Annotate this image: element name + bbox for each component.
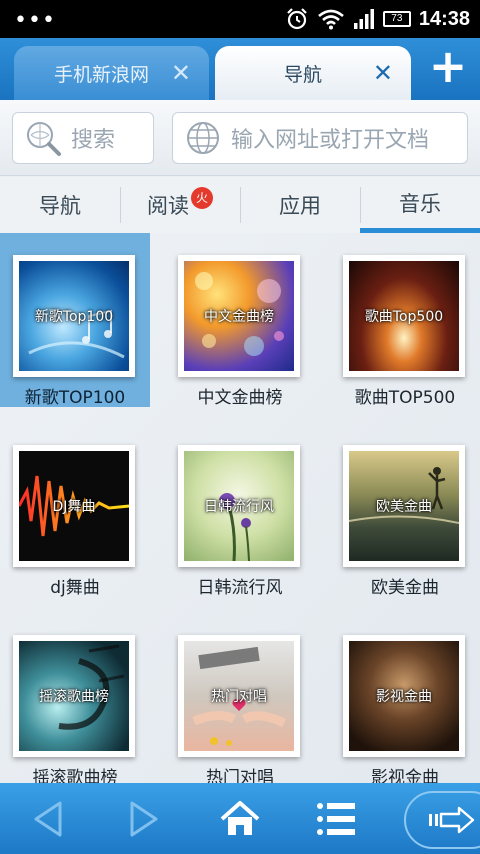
close-tab-icon[interactable]: ✕ <box>171 59 191 87</box>
close-tab-icon[interactable]: ✕ <box>373 59 393 87</box>
url-placeholder: 输入网址或打开文档 <box>231 128 430 153</box>
grid-item[interactable]: 新歌Top100 新歌TOP100 <box>0 233 150 408</box>
category-tabs: 导航 阅读 火 应用 音乐 <box>0 177 480 233</box>
thumbnail-title: 日韩流行风 <box>204 499 274 515</box>
album-thumbnail: 热门对唱 <box>178 635 300 757</box>
thumbnail-title: 影视金曲 <box>376 689 432 705</box>
wifi-icon <box>318 9 344 30</box>
grid-item[interactable]: 歌曲Top500 歌曲TOP500 <box>330 233 480 408</box>
thumbnail-title: 热门对唱 <box>211 689 267 705</box>
item-caption: 新歌TOP100 <box>24 388 126 408</box>
clock: 14:38 <box>418 7 470 30</box>
grid-item[interactable]: 日韩流行风 日韩流行风 <box>165 423 315 598</box>
tab-navigation[interactable]: 导航 ✕ <box>215 46 411 100</box>
category-label: 应用 <box>279 194 321 218</box>
forward-button[interactable] <box>116 783 172 854</box>
back-button[interactable] <box>20 783 76 854</box>
item-caption: 歌曲TOP500 <box>354 388 456 408</box>
search-input[interactable]: 搜索 <box>12 112 154 164</box>
category-label: 音乐 <box>399 191 441 216</box>
search-icon <box>27 122 61 156</box>
album-thumbnail: 欧美金曲 <box>343 445 465 567</box>
album-thumbnail: 日韩流行风 <box>178 445 300 567</box>
home-button[interactable] <box>212 783 268 854</box>
notification-dots: ••• <box>14 8 56 33</box>
tab-label: 手机新浪网 <box>53 63 149 86</box>
item-caption: dj舞曲 <box>50 578 100 598</box>
item-caption: 日韩流行风 <box>197 578 283 598</box>
thumbnail-title: 摇滚歌曲榜 <box>39 689 109 705</box>
menu-icon <box>317 802 355 835</box>
home-icon <box>220 800 260 835</box>
item-caption: 热门对唱 <box>206 768 274 783</box>
category-label: 导航 <box>39 194 81 218</box>
globe-icon <box>187 122 219 154</box>
grid-item[interactable]: 中文金曲榜 中文金曲榜 <box>165 233 315 408</box>
tab-navigation-category[interactable]: 导航 <box>0 177 120 233</box>
thumbnail-title: 中文金曲榜 <box>204 309 274 325</box>
album-thumbnail: 新歌Top100 <box>13 255 135 377</box>
grid-item[interactable]: 摇滚歌曲榜 摇滚歌曲榜 <box>0 613 150 783</box>
forward-icon <box>130 801 158 836</box>
item-caption: 欧美金曲 <box>371 578 439 598</box>
search-bar-area: 搜索 输入网址或打开文档 <box>0 100 480 176</box>
album-thumbnail: 歌曲Top500 <box>343 255 465 377</box>
album-thumbnail: 中文金曲榜 <box>178 255 300 377</box>
signal-icon <box>353 9 374 29</box>
browser-tab-bar: 手机新浪网 ✕ 导航 ✕ + <box>0 38 480 100</box>
exit-button[interactable] <box>404 791 480 849</box>
tab-sina[interactable]: 手机新浪网 ✕ <box>14 46 209 100</box>
music-grid: 新歌Top100 新歌TOP100 中文金曲榜 中文金曲榜 歌曲Top500 歌… <box>0 233 480 783</box>
category-label: 阅读 <box>147 194 189 218</box>
thumbnail-title: 歌曲Top500 <box>364 309 444 325</box>
thumbnail-title: 欧美金曲 <box>376 499 432 515</box>
grid-item[interactable]: DJ舞曲 dj舞曲 <box>0 423 150 598</box>
url-input[interactable]: 输入网址或打开文档 <box>172 112 468 164</box>
grid-item[interactable]: 欧美金曲 欧美金曲 <box>330 423 480 598</box>
tab-music[interactable]: 音乐 <box>360 177 480 233</box>
album-thumbnail: 影视金曲 <box>343 635 465 757</box>
battery-icon: 73 <box>382 11 411 27</box>
alarm-icon <box>287 8 307 30</box>
tab-apps[interactable]: 应用 <box>240 177 360 233</box>
bottom-toolbar <box>0 783 480 854</box>
thumbnail-title: 新歌Top100 <box>34 309 114 325</box>
tab-label: 导航 <box>283 63 322 86</box>
grid-item[interactable]: 热门对唱 热门对唱 <box>165 613 315 783</box>
item-caption: 摇滚歌曲榜 <box>32 768 118 783</box>
search-placeholder: 搜索 <box>71 128 116 153</box>
tab-reading[interactable]: 阅读 火 <box>120 177 240 233</box>
exit-icon <box>429 806 475 834</box>
thumbnail-title: DJ舞曲 <box>52 499 96 515</box>
album-thumbnail: DJ舞曲 <box>13 445 135 567</box>
item-caption: 中文金曲榜 <box>197 388 283 408</box>
album-thumbnail: 摇滚歌曲榜 <box>13 635 135 757</box>
back-icon <box>34 801 62 836</box>
hot-badge: 火 <box>191 187 213 209</box>
menu-button[interactable] <box>308 783 364 854</box>
status-bar: ••• 73 14:38 <box>0 0 480 38</box>
item-caption: 影视金曲 <box>371 768 439 783</box>
grid-item[interactable]: 影视金曲 影视金曲 <box>330 613 480 783</box>
new-tab-button[interactable]: + <box>428 43 468 89</box>
